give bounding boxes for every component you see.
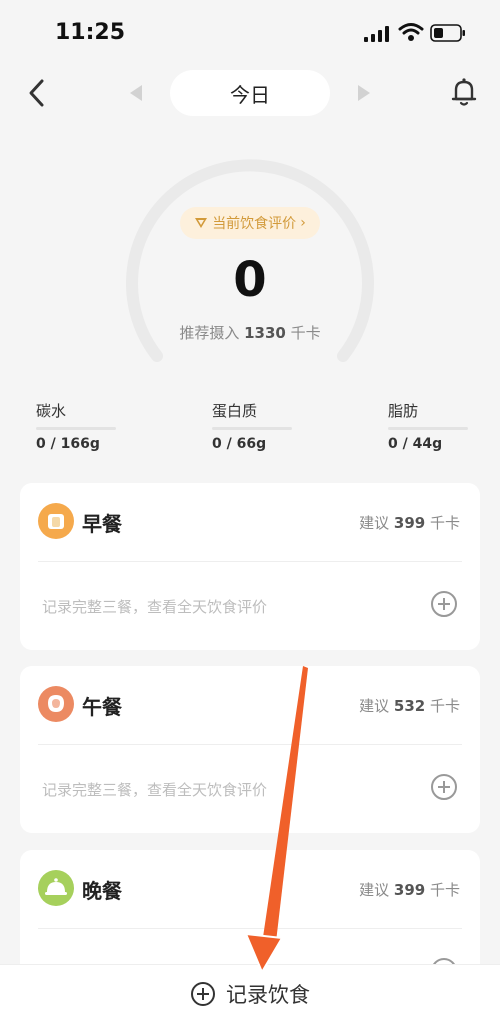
recommended-intake: 推荐摄入 1330 千卡 (130, 322, 370, 343)
macro-progress-bar (212, 427, 292, 430)
meal-card-lunch[interactable]: 午餐 建议 532 千卡 记录完整三餐，查看全天饮食评价 (20, 666, 480, 833)
divider (38, 561, 462, 562)
status-time: 11:25 (55, 20, 126, 45)
meal-name: 晚餐 (82, 879, 122, 903)
recommend-prefix: 推荐摄入 (179, 324, 240, 342)
meal-card-breakfast[interactable]: 早餐 建议 399 千卡 记录完整三餐，查看全天饮食评价 (20, 483, 480, 650)
prev-day-icon[interactable] (126, 82, 146, 104)
top-nav: 今日 (0, 62, 500, 126)
macro-protein: 蛋白质 0 / 66g (212, 400, 302, 452)
heart-badge-icon (195, 218, 208, 228)
macro-progress-bar (388, 427, 468, 430)
macro-value: 0 / 66g (212, 436, 267, 452)
macro-label: 蛋白质 (212, 402, 258, 420)
meal-card-header: 晚餐 建议 399 千卡 (20, 850, 480, 928)
status-bar: 11:25 (0, 0, 500, 62)
macro-value: 0 / 44g (388, 436, 443, 452)
meal-name: 早餐 (82, 512, 122, 536)
suggest-unit: 千卡 (429, 881, 460, 899)
meal-card-header: 早餐 建议 399 千卡 (20, 483, 480, 561)
evaluation-label: 当前饮食评价 (212, 216, 297, 232)
meal-suggestion: 建议 399 千卡 (359, 879, 460, 900)
record-diet-button[interactable]: 记录饮食 (0, 964, 500, 1023)
add-food-icon[interactable] (430, 590, 458, 618)
divider (38, 744, 462, 745)
battery-icon (430, 24, 465, 42)
macro-carbs: 碳水 0 / 166g (36, 400, 126, 452)
suggest-value: 399 (393, 881, 426, 899)
dinner-icon (38, 870, 74, 906)
suggest-prefix: 建议 (359, 514, 390, 532)
chevron-right-icon: › (300, 215, 306, 231)
meal-hint: 记录完整三餐，查看全天饮食评价 (42, 598, 268, 616)
meal-name: 午餐 (82, 695, 122, 719)
suggest-prefix: 建议 (359, 881, 390, 899)
recommend-unit: 千卡 (290, 324, 321, 342)
macro-label: 碳水 (36, 402, 67, 420)
suggest-value: 399 (393, 514, 426, 532)
macro-value: 0 / 166g (36, 436, 100, 452)
recommend-value: 1330 (244, 324, 286, 342)
next-day-icon[interactable] (354, 82, 374, 104)
record-diet-label: 记录饮食 (226, 983, 310, 1007)
date-selector[interactable]: 今日 (170, 70, 330, 116)
plus-circle-icon (191, 982, 215, 1006)
lunch-icon (38, 686, 74, 722)
bell-icon[interactable] (450, 76, 478, 108)
meal-suggestion: 建议 532 千卡 (359, 695, 460, 716)
meal-card-header: 午餐 建议 532 千卡 (20, 666, 480, 744)
suggest-unit: 千卡 (429, 514, 460, 532)
date-label: 今日 (230, 82, 270, 107)
suggest-prefix: 建议 (359, 697, 390, 715)
back-icon[interactable] (22, 76, 52, 110)
divider (38, 928, 462, 929)
meal-hint: 记录完整三餐，查看全天饮食评价 (42, 781, 268, 799)
calorie-intake-value: 0 (233, 252, 267, 308)
macro-label: 脂肪 (388, 402, 419, 420)
macro-progress-bar (36, 427, 116, 430)
signal-icon (364, 26, 389, 42)
suggest-value: 532 (393, 697, 426, 715)
suggest-unit: 千卡 (429, 697, 460, 715)
meal-suggestion: 建议 399 千卡 (359, 512, 460, 533)
wifi-icon (398, 23, 424, 41)
macro-fat: 脂肪 0 / 44g (388, 400, 478, 452)
diet-evaluation-button[interactable]: 当前饮食评价 › (180, 207, 320, 239)
bread-icon (38, 503, 74, 539)
add-food-icon[interactable] (430, 773, 458, 801)
